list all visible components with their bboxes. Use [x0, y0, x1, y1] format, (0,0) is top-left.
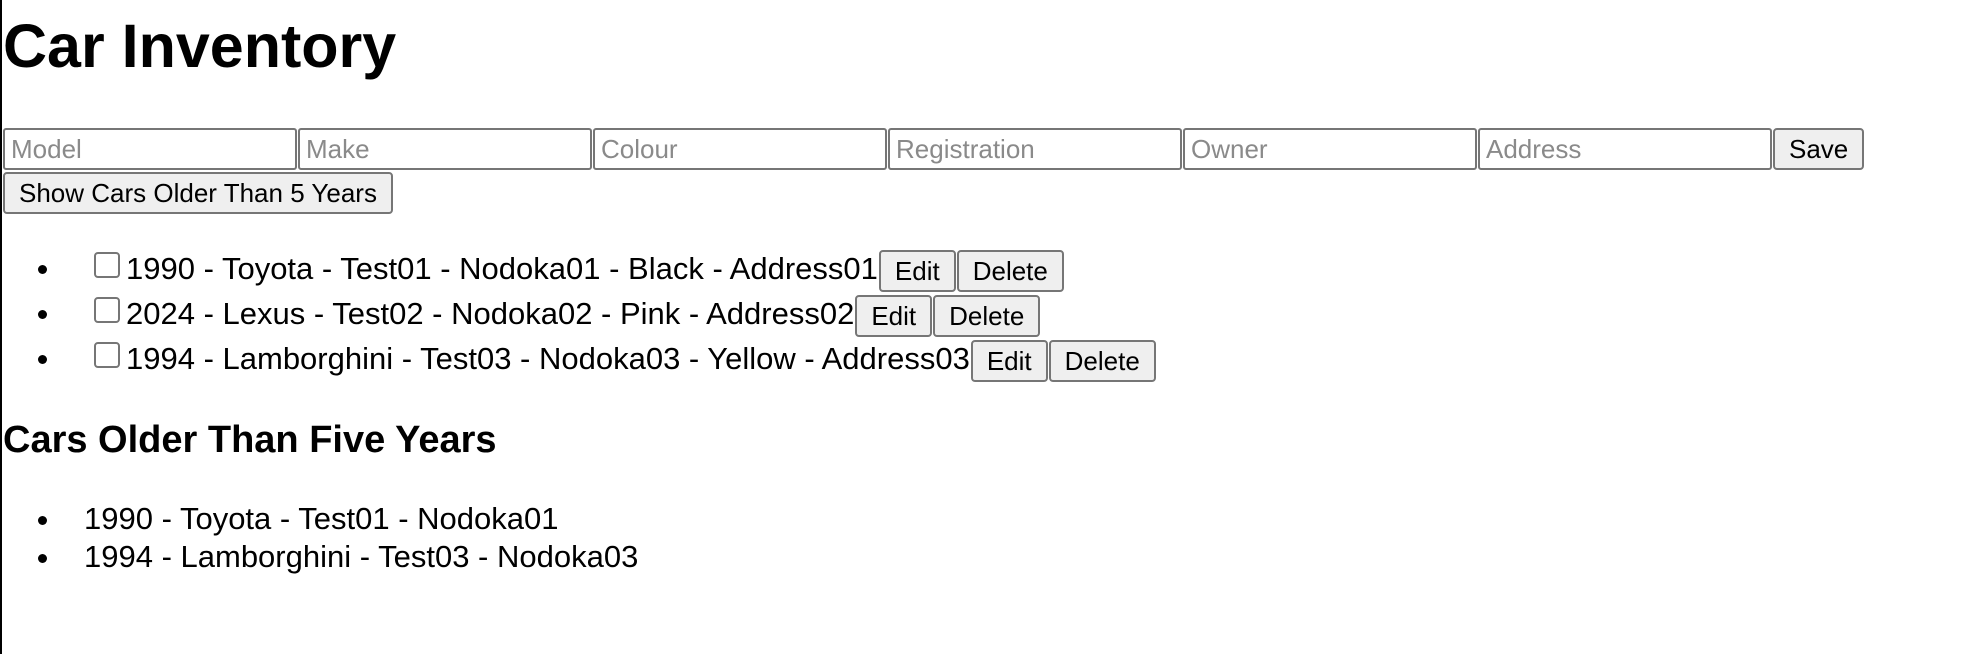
car-list-item: 1990 - Toyota - Test01 - Nodoka01 - Blac… [63, 248, 1156, 293]
car-select-checkbox[interactable] [94, 342, 120, 368]
older-car-item: 1990 - Toyota - Test01 - Nodoka01 [63, 500, 638, 538]
car-select-checkbox[interactable] [94, 297, 120, 323]
delete-car-button[interactable]: Delete [933, 295, 1041, 337]
car-form: Save [3, 128, 1865, 170]
car-details: 1990 - Toyota - Test01 - Nodoka01 - Blac… [126, 251, 878, 286]
older-cars-heading: Cars Older Than Five Years [3, 419, 497, 461]
edit-car-button[interactable]: Edit [970, 340, 1048, 382]
owner-input[interactable] [1183, 128, 1477, 170]
car-list-item: 1994 - Lamborghini - Test03 - Nodoka03 -… [63, 338, 1156, 383]
car-details: 1994 - Lamborghini - Test03 - Nodoka03 -… [126, 341, 970, 376]
show-older-cars-button[interactable]: Show Cars Older Than 5 Years [3, 172, 393, 214]
page-title: Car Inventory [3, 12, 397, 80]
older-car-item: 1994 - Lamborghini - Test03 - Nodoka03 [63, 538, 638, 576]
edit-car-button[interactable]: Edit [855, 295, 933, 337]
car-select-checkbox[interactable] [94, 252, 120, 278]
car-list: 1990 - Toyota - Test01 - Nodoka01 - Blac… [3, 248, 1156, 383]
registration-input[interactable] [888, 128, 1182, 170]
address-input[interactable] [1478, 128, 1772, 170]
colour-input[interactable] [593, 128, 887, 170]
car-list-item: 2024 - Lexus - Test02 - Nodoka02 - Pink … [63, 293, 1156, 338]
page-left-border [0, 0, 2, 654]
delete-car-button[interactable]: Delete [1048, 340, 1156, 382]
edit-car-button[interactable]: Edit [878, 250, 956, 292]
car-details: 2024 - Lexus - Test02 - Nodoka02 - Pink … [126, 296, 855, 331]
model-input[interactable] [3, 128, 297, 170]
delete-car-button[interactable]: Delete [956, 250, 1064, 292]
save-button[interactable]: Save [1773, 128, 1865, 170]
older-cars-list: 1990 - Toyota - Test01 - Nodoka01 1994 -… [3, 500, 638, 576]
make-input[interactable] [298, 128, 592, 170]
